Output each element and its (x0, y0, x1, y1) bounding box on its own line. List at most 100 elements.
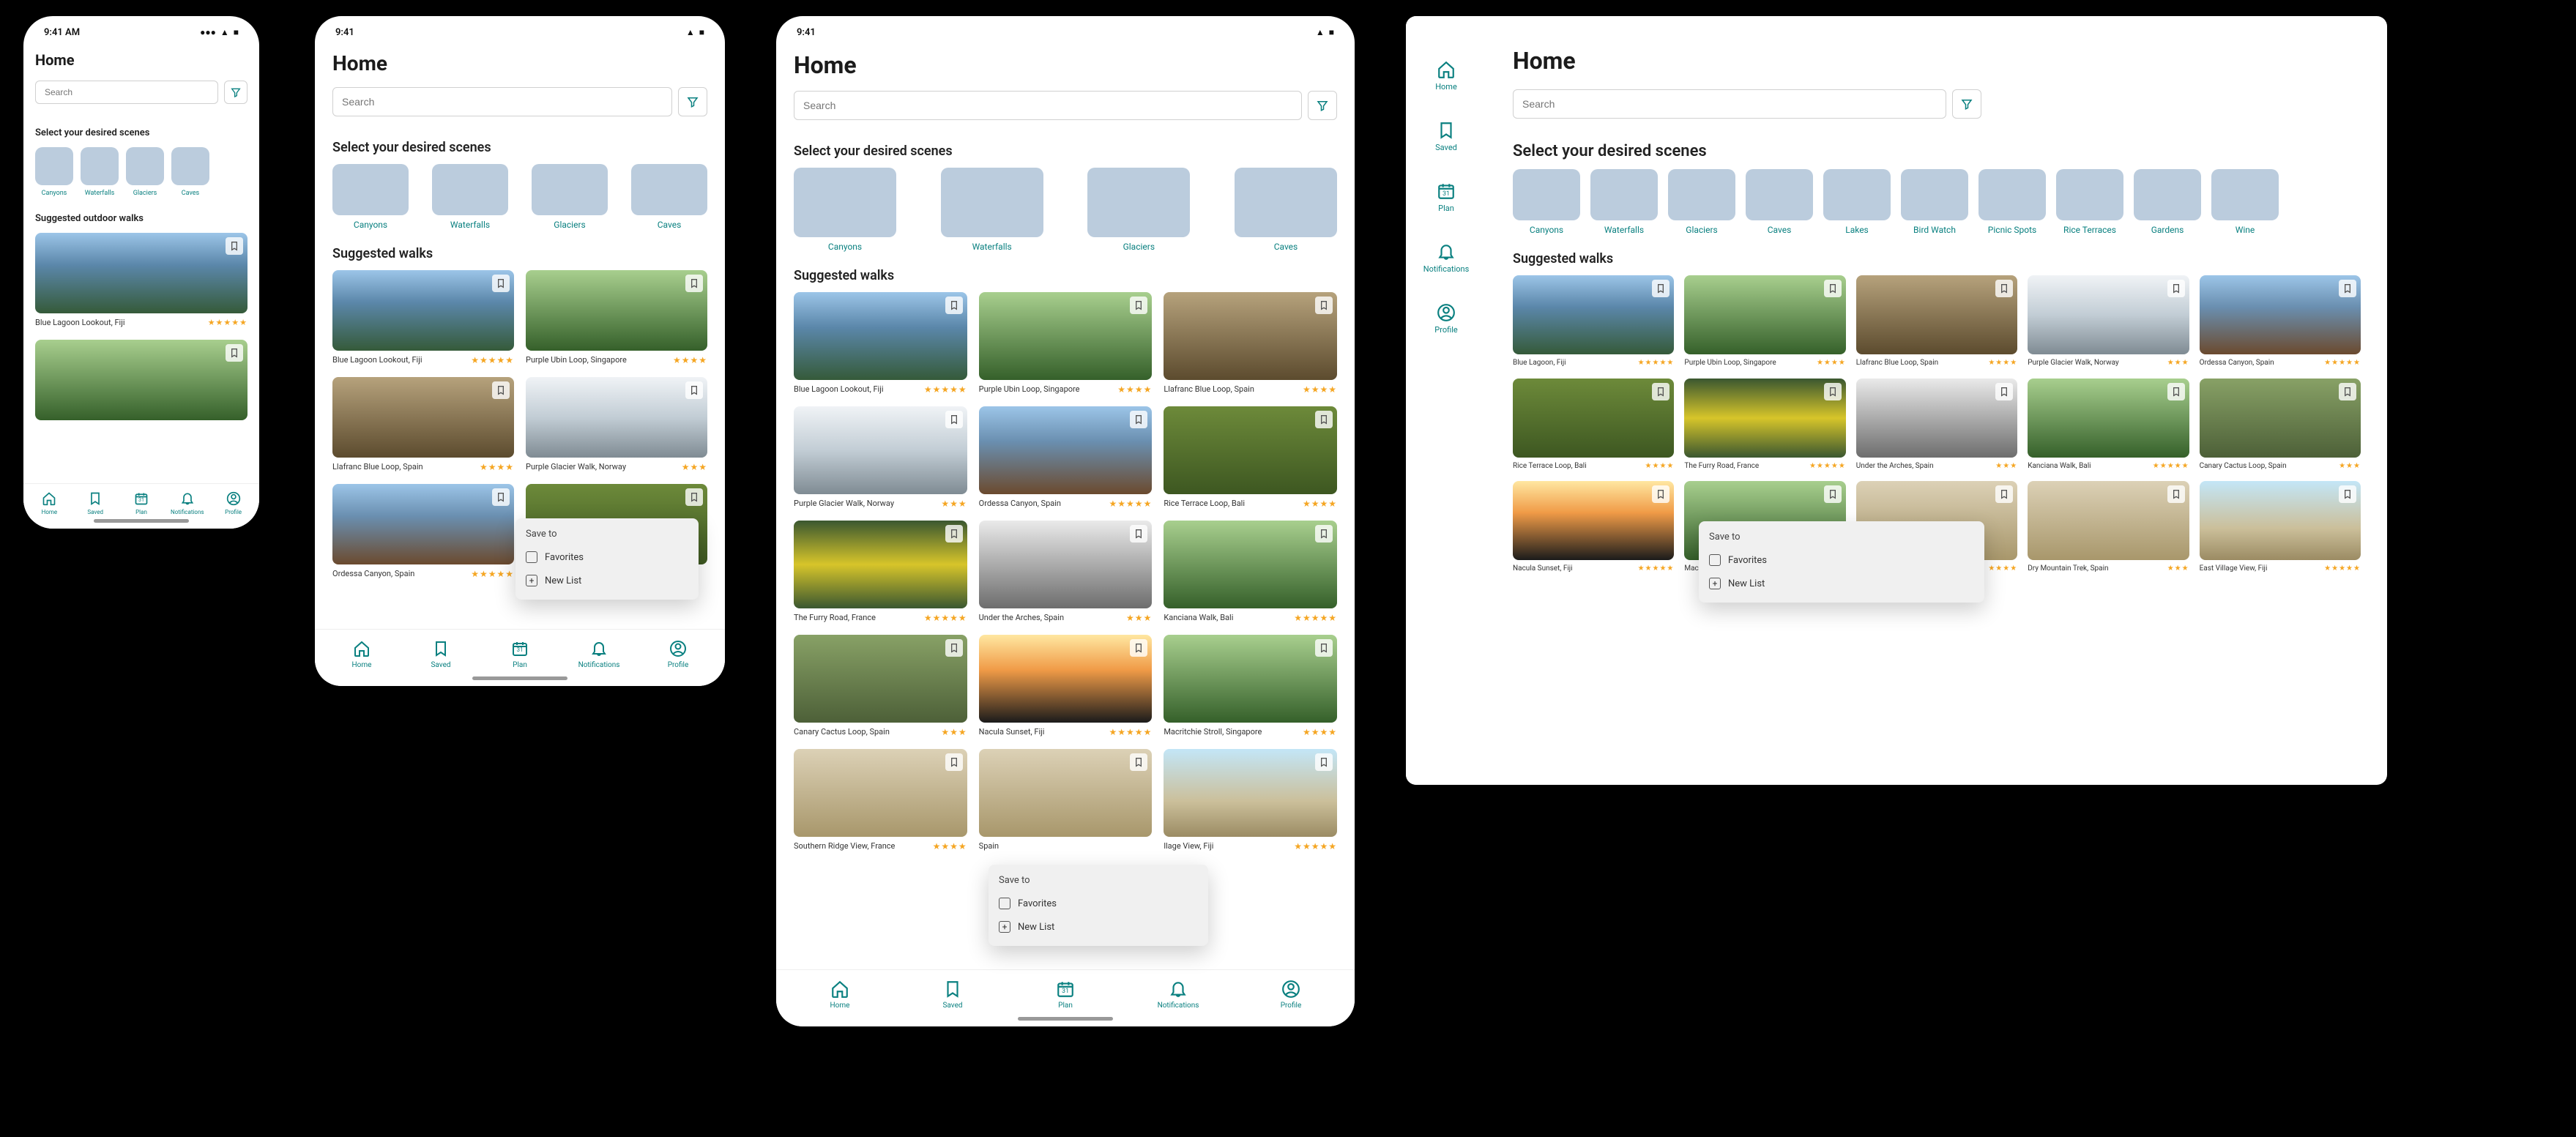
walk-card[interactable]: Canary Cactus Loop, Spain★★★ (2200, 379, 2361, 471)
scene-waterfalls[interactable]: Waterfalls (432, 164, 508, 230)
bookmark-button[interactable] (2167, 280, 2185, 297)
bookmark-button[interactable] (2167, 485, 2185, 503)
bookmark-button[interactable] (1652, 383, 1669, 400)
walk-card[interactable]: Purple Ubin Loop, Singapore★★★★ (979, 292, 1153, 395)
scene-lakes[interactable]: Lakes (1823, 169, 1891, 235)
popover-favorites[interactable]: Favorites (989, 892, 1208, 915)
search-input[interactable] (332, 87, 672, 116)
bookmark-button[interactable] (492, 381, 510, 399)
scene-caves[interactable]: Caves (631, 164, 707, 230)
walk-card[interactable]: Spain (979, 749, 1153, 851)
bookmark-button[interactable] (1824, 383, 1842, 400)
walk-card[interactable]: The Furry Road, France★★★★★ (794, 521, 967, 623)
bookmark-button[interactable] (1315, 297, 1333, 314)
walk-card[interactable]: Under the Arches, Spain★★★ (1856, 379, 2017, 471)
bookmark-button[interactable] (1315, 639, 1333, 657)
save-popover[interactable]: Save to Favorites +New List (515, 518, 699, 600)
walk-card[interactable]: Llafranc Blue Loop, Spain★★★★ (332, 377, 514, 472)
filter-button[interactable] (678, 87, 707, 116)
scene-rice[interactable]: Rice Terraces (2056, 169, 2123, 235)
tab-plan[interactable]: 31Plan (498, 639, 542, 669)
walk-card[interactable]: Ordessa Canyon, Spain★★★★★ (979, 406, 1153, 509)
tab-notifications[interactable]: Notifications (171, 491, 204, 515)
bookmark-button[interactable] (1130, 525, 1147, 543)
popover-new-list[interactable]: +New List (1699, 572, 1984, 595)
walk-card[interactable]: East Village View, Fiji★★★★★ (2200, 481, 2361, 574)
walk-card[interactable]: Blue Lagoon Lookout, Fiji★★★★★ (332, 270, 514, 365)
walk-card[interactable]: Kanciana Walk, Bali★★★★★ (1164, 521, 1337, 623)
tab-profile[interactable]: Profile (217, 491, 250, 515)
tab-home[interactable]: Home (818, 980, 862, 1010)
walk-card[interactable]: Purple Glacier Walk, Norway★★★ (526, 377, 707, 472)
walk-card[interactable]: Nacula Sunset, Fiji★★★★★ (979, 635, 1153, 737)
bookmark-button[interactable] (685, 275, 703, 292)
walk-card[interactable]: Macritchie Stroll, Singapore★★★★ (1164, 635, 1337, 737)
search-input[interactable] (1513, 89, 1946, 119)
bookmark-button[interactable] (945, 525, 963, 543)
bookmark-button[interactable] (1130, 753, 1147, 771)
bookmark-button[interactable] (2339, 280, 2356, 297)
scene-caves[interactable]: Caves (1235, 168, 1337, 252)
sidebar-profile[interactable]: Profile (1434, 303, 1457, 335)
popover-favorites[interactable]: Favorites (1699, 548, 1984, 572)
walk-card[interactable]: Under the Arches, Spain★★★ (979, 521, 1153, 623)
tab-plan[interactable]: 31Plan (124, 491, 158, 515)
bookmark-button[interactable] (945, 411, 963, 428)
save-popover[interactable]: Save to Favorites +New List (989, 865, 1208, 946)
scene-canyons[interactable]: Canyons (794, 168, 896, 252)
scene-canyons[interactable]: Canyons (35, 147, 73, 197)
save-popover[interactable]: Save to Favorites +New List (1699, 521, 1984, 603)
walk-card[interactable]: Nacula Sunset, Fiji★★★★★ (1513, 481, 1674, 574)
sidebar-saved[interactable]: Saved (1435, 121, 1457, 152)
scene-waterfalls[interactable]: Waterfalls (941, 168, 1043, 252)
walk-card[interactable]: Llafranc Blue Loop, Spain★★★★ (1856, 275, 2017, 368)
walk-card[interactable]: Blue Lagoon Lookout, Fiji★★★★★ (794, 292, 967, 395)
scene-wine[interactable]: Wine (2211, 169, 2279, 235)
walk-card[interactable]: Rice Terrace Loop, Bali★★★★ (1513, 379, 1674, 471)
walk-card[interactable] (35, 340, 247, 420)
filter-button[interactable] (224, 81, 247, 104)
walk-card[interactable]: Purple Ubin Loop, Singapore★★★★ (1684, 275, 1845, 368)
walk-card[interactable]: Llafranc Blue Loop, Spain★★★★ (1164, 292, 1337, 395)
bookmark-button[interactable] (1824, 280, 1842, 297)
scene-glaciers[interactable]: Glaciers (532, 164, 608, 230)
scene-list[interactable]: Canyons Waterfalls Glaciers Caves (794, 168, 1337, 252)
bookmark-button[interactable] (1652, 485, 1669, 503)
scene-list[interactable]: Canyons Waterfalls Glaciers Caves (35, 147, 247, 197)
walk-card[interactable]: Rice Terrace Loop, Bali★★★★ (1164, 406, 1337, 509)
popover-favorites[interactable]: Favorites (515, 545, 699, 569)
walk-card[interactable]: Purple Ubin Loop, Singapore★★★★ (526, 270, 707, 365)
scene-caves[interactable]: Caves (171, 147, 209, 197)
scene-picnic[interactable]: Picnic Spots (1978, 169, 2046, 235)
tab-home[interactable]: Home (340, 639, 384, 669)
bookmark-button[interactable] (945, 639, 963, 657)
scene-birdwatch[interactable]: Bird Watch (1901, 169, 1968, 235)
bookmark-button[interactable] (1130, 411, 1147, 428)
bookmark-button[interactable] (1315, 753, 1333, 771)
walk-card[interactable]: Ordessa Canyon, Spain★★★★★ (332, 484, 514, 579)
bookmark-button[interactable] (492, 488, 510, 506)
bookmark-button[interactable] (1130, 297, 1147, 314)
scene-glaciers[interactable]: Glaciers (1668, 169, 1735, 235)
search-input[interactable] (35, 81, 218, 104)
scene-gardens[interactable]: Gardens (2134, 169, 2201, 235)
tab-profile[interactable]: Profile (1269, 980, 1313, 1010)
popover-new-list[interactable]: +New List (515, 569, 699, 592)
scene-waterfalls[interactable]: Waterfalls (1590, 169, 1658, 235)
bookmark-button[interactable] (2339, 383, 2356, 400)
bookmark-button[interactable] (2339, 485, 2356, 503)
tab-saved[interactable]: Saved (78, 491, 112, 515)
scene-caves[interactable]: Caves (1746, 169, 1813, 235)
bookmark-button[interactable] (1824, 485, 1842, 503)
walk-card[interactable]: Purple Glacier Walk, Norway★★★ (794, 406, 967, 509)
scene-glaciers[interactable]: Glaciers (126, 147, 164, 197)
scene-glaciers[interactable]: Glaciers (1087, 168, 1190, 252)
bookmark-button[interactable] (685, 488, 703, 506)
bookmark-button[interactable] (492, 275, 510, 292)
tab-plan[interactable]: 31Plan (1043, 980, 1087, 1010)
bookmark-button[interactable] (2167, 383, 2185, 400)
scene-waterfalls[interactable]: Waterfalls (81, 147, 119, 197)
walk-card[interactable]: Dry Mountain Trek, Spain★★★ (2028, 481, 2189, 574)
scene-list[interactable]: Canyons Waterfalls Glaciers Caves Lakes … (1513, 169, 2361, 235)
scene-list[interactable]: Canyons Waterfalls Glaciers Caves (332, 164, 707, 230)
